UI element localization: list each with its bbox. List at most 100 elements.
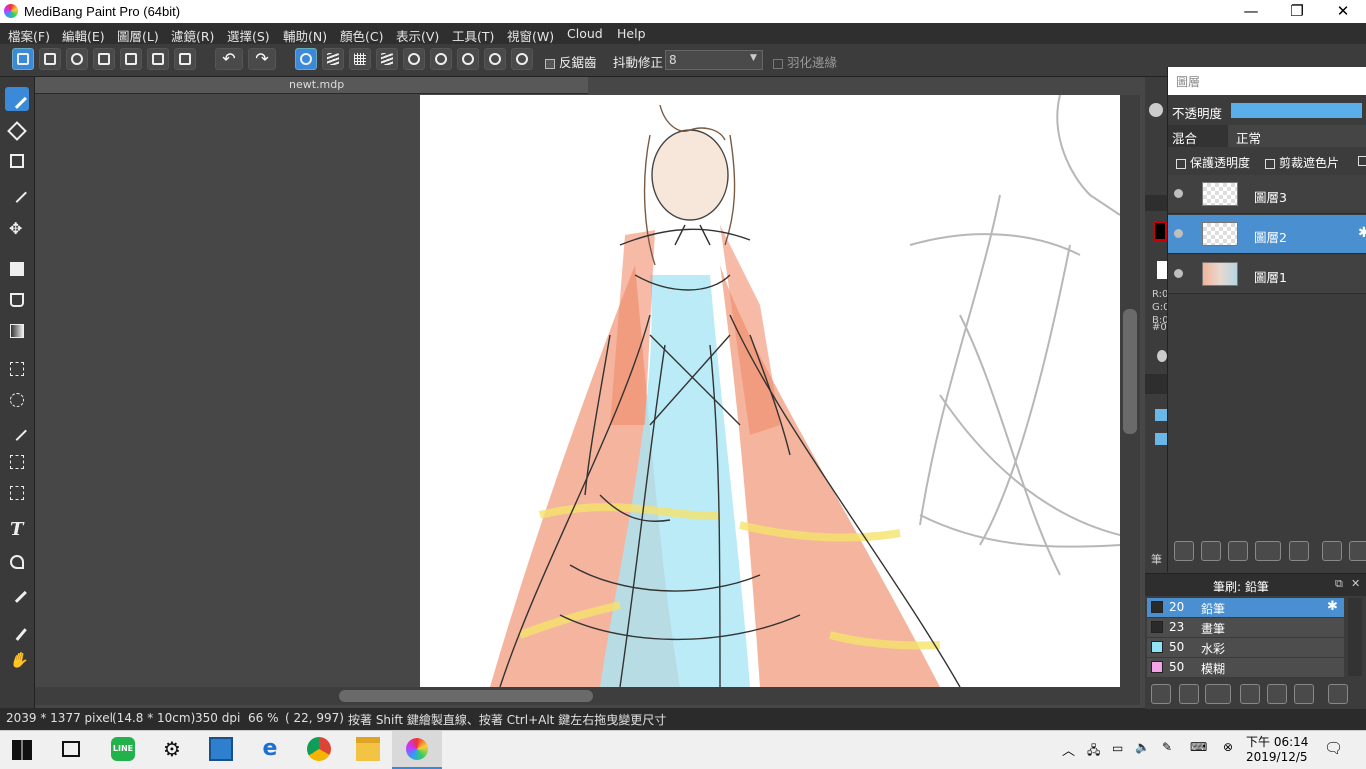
zoom-icon[interactable] — [1149, 103, 1163, 117]
menu-edit[interactable]: 編輯(E) — [62, 26, 105, 45]
text-tool[interactable]: T — [5, 519, 29, 543]
settings-icon[interactable] — [1157, 350, 1167, 362]
network-icon[interactable]: 🖧 — [1087, 741, 1100, 762]
close-circle-icon[interactable]: ⊗ — [1223, 740, 1233, 754]
volume-icon[interactable]: 🔈 — [1135, 740, 1150, 754]
settings-gear-icon[interactable]: ⚙ — [160, 737, 184, 761]
gear-icon[interactable]: ✱ — [1327, 599, 1338, 614]
drawing-canvas[interactable] — [420, 95, 1120, 687]
select-eraser-tool[interactable] — [5, 481, 29, 505]
edge-browser-icon[interactable]: e — [258, 737, 282, 761]
move-tool[interactable]: ✥ — [5, 219, 29, 243]
notification-icon[interactable]: 🗨 — [1324, 739, 1343, 757]
undo-button[interactable]: ↶ — [215, 48, 243, 70]
document-tab[interactable]: newt.mdp — [35, 77, 588, 94]
share-button[interactable] — [39, 48, 61, 70]
close-icon[interactable]: ✕ — [1351, 577, 1360, 590]
brush-row[interactable]: 50 水彩 — [1147, 638, 1344, 658]
eyedropper-tool[interactable] — [5, 619, 29, 643]
duplicate-brush-button[interactable] — [1294, 684, 1314, 704]
keyboard-icon[interactable]: ⌨ — [1190, 740, 1207, 754]
brush-list-scrollbar[interactable] — [1348, 598, 1362, 676]
layer-row[interactable]: 圖層1 — [1168, 255, 1366, 294]
clock-time[interactable]: 下午 06:14 — [1246, 733, 1308, 750]
grid-snap-button[interactable] — [349, 48, 371, 70]
protect-alpha-checkbox[interactable]: 保護透明度 — [1176, 154, 1250, 171]
cloud-save-button[interactable] — [12, 48, 34, 70]
task-view-icon[interactable] — [62, 741, 80, 757]
brush-tool[interactable] — [5, 87, 29, 111]
pen-tool[interactable] — [5, 581, 29, 605]
menu-select[interactable]: 選擇(S) — [227, 26, 270, 45]
menu-view[interactable]: 表示(V) — [396, 26, 439, 45]
tile-button[interactable] — [174, 48, 196, 70]
redo-button[interactable]: ↷ — [248, 48, 276, 70]
perspective-snap-button[interactable] — [376, 48, 398, 70]
close-button[interactable]: ✕ — [1320, 0, 1366, 23]
lasso-tool[interactable] — [5, 388, 29, 412]
ellipse-snap-button[interactable] — [484, 48, 506, 70]
message-button[interactable] — [93, 48, 115, 70]
new-layer-button[interactable] — [1174, 541, 1194, 561]
rectangle-tool[interactable] — [5, 149, 29, 173]
stabilizer-select[interactable]: 8 ▼ — [665, 50, 763, 70]
palette-swatch[interactable] — [1155, 433, 1167, 445]
maximize-button[interactable]: ❐ — [1274, 0, 1320, 23]
battery-icon[interactable]: ▭ — [1112, 741, 1123, 755]
menu-file[interactable]: 檔案(F) — [8, 26, 50, 45]
horizontal-scroll-thumb[interactable] — [339, 690, 593, 702]
radial-snap-button[interactable] — [403, 48, 425, 70]
blend-mode-select[interactable]: 正常 — [1228, 125, 1366, 147]
delete-brush-button[interactable] — [1328, 684, 1348, 704]
menu-assist[interactable]: 輔助(N) — [283, 26, 327, 45]
brush-row[interactable]: 23 畫筆 — [1147, 618, 1344, 638]
line-app-icon[interactable]: LINE — [111, 737, 135, 761]
layer-row[interactable]: 圖層3 — [1168, 175, 1366, 214]
chrome-browser-icon[interactable] — [307, 737, 331, 761]
page-button[interactable] — [120, 48, 142, 70]
eye-icon[interactable] — [1174, 229, 1183, 238]
curve-snap-button[interactable] — [457, 48, 479, 70]
select-rect-tool[interactable] — [5, 357, 29, 381]
menu-window[interactable]: 視窗(W) — [507, 26, 554, 45]
duplicate-layer-button[interactable] — [1322, 541, 1342, 561]
menu-tools[interactable]: 工具(T) — [452, 26, 494, 45]
eye-icon[interactable] — [1174, 189, 1183, 198]
menu-color[interactable]: 顏色(C) — [340, 26, 383, 45]
select-pen-tool[interactable] — [5, 450, 29, 474]
brush-menu-button[interactable] — [1205, 684, 1231, 704]
control-panel-icon[interactable] — [209, 737, 233, 761]
page-manager-button[interactable] — [147, 48, 169, 70]
parallel-snap-button[interactable] — [322, 48, 344, 70]
new-folder-button[interactable] — [1289, 541, 1309, 561]
feather-checkbox[interactable]: 羽化邊緣 — [773, 52, 837, 71]
menu-layer[interactable]: 圖層(L) — [117, 26, 159, 45]
snap-off-button[interactable] — [295, 48, 317, 70]
palette-swatch[interactable] — [1155, 409, 1167, 421]
concentric-snap-button[interactable] — [430, 48, 452, 70]
menu-filter[interactable]: 濾鏡(R) — [171, 26, 214, 45]
antialias-checkbox[interactable]: 反鋸齒 — [545, 52, 597, 71]
popout-icon[interactable]: ⧉ — [1335, 577, 1343, 591]
new-halftone-layer-button[interactable] — [1201, 541, 1221, 561]
secondary-color-swatch[interactable] — [1157, 261, 1167, 279]
brush-row[interactable]: 50 模糊 — [1147, 658, 1344, 678]
clipping-checkbox[interactable]: 剪裁遮色片 — [1265, 154, 1339, 171]
horizontal-scrollbar[interactable] — [35, 687, 1140, 705]
file-explorer-icon[interactable] — [356, 737, 380, 761]
brush-settings-button[interactable] — [1240, 684, 1260, 704]
gear-icon[interactable]: ✱ — [1358, 225, 1366, 241]
side-tab-label[interactable]: 筆 — [1151, 551, 1162, 567]
minimize-button[interactable]: — — [1228, 0, 1274, 23]
vertical-scroll-thumb[interactable] — [1123, 309, 1137, 434]
merge-layer-button[interactable] — [1349, 541, 1366, 561]
comment-button[interactable] — [66, 48, 88, 70]
snap-settings-button[interactable] — [511, 48, 533, 70]
add-brush-button[interactable] — [1179, 684, 1199, 704]
windows-start-icon[interactable] — [12, 740, 32, 760]
vertical-scrollbar[interactable] — [1120, 95, 1140, 687]
fill-rect-tool[interactable] — [5, 257, 29, 281]
line-brush-tool[interactable] — [5, 181, 29, 205]
layer-row-selected[interactable]: 圖層2 ✱ — [1168, 215, 1366, 254]
menu-cloud[interactable]: Cloud — [567, 26, 603, 41]
